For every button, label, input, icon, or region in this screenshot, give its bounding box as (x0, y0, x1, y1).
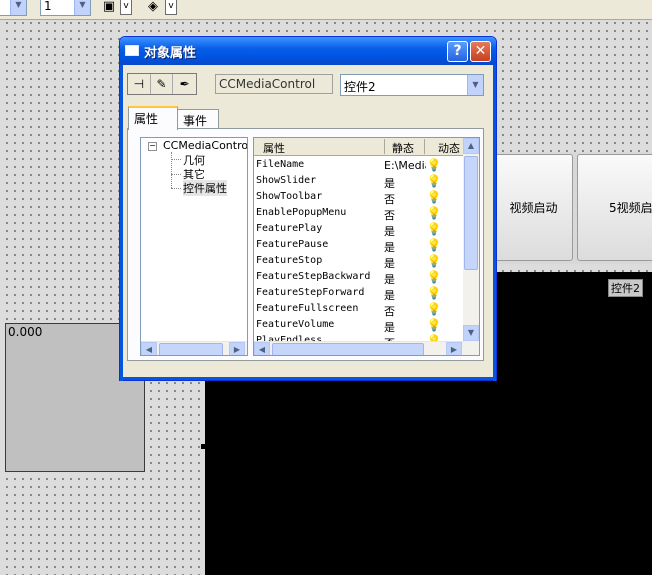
property-row[interactable]: FeaturePause 是 💡 (254, 237, 464, 254)
column-divider (424, 139, 425, 154)
media-control-label: 控件2 (608, 279, 643, 297)
tree-horizontal-scrollbar[interactable]: ◀ ▶ (141, 341, 247, 355)
bulb-icon[interactable]: 💡 (425, 269, 443, 285)
grid-scroll-thumb[interactable] (464, 156, 478, 270)
scroll-up-icon[interactable]: ▲ (463, 138, 479, 154)
col-header-property[interactable]: 属性 (263, 140, 285, 156)
property-name: FeatureStepBackward (256, 271, 371, 282)
property-name: ShowToolbar (256, 191, 323, 202)
fill-dropdown-icon[interactable]: v (165, 0, 177, 15)
property-name: FeaturePause (256, 239, 329, 250)
numeric-display-value: 0.000 (8, 325, 43, 339)
col-header-static[interactable]: 静态 (392, 140, 414, 156)
object-properties-dialog: 对象属性 ? ✕ ⊣ ✎ ✒ CCMediaControl 控件2 ▼ 属性 事… (119, 36, 497, 381)
tree-item-control-properties[interactable]: 控件属性 (183, 180, 227, 196)
property-row[interactable]: FileName E:\Media💡 (254, 157, 464, 173)
object-select-value: 控件2 (344, 80, 376, 94)
video5-start-button-label: 5视频启动 (609, 201, 652, 215)
tree-root-item[interactable]: CCMediaControl (163, 139, 247, 152)
dialog-frame-left (120, 65, 123, 381)
property-row[interactable]: FeatureStop 是 💡 (254, 253, 464, 270)
close-button[interactable]: ✕ (470, 41, 491, 62)
property-name: FeatureStepForward (256, 287, 365, 298)
property-row[interactable]: FeatureFullscreen 否 💡 (254, 301, 464, 318)
property-name: FeatureFullscreen (256, 303, 359, 314)
dialog-frame-right (493, 65, 496, 381)
property-name: FileName (256, 159, 305, 170)
property-row[interactable]: FeatureStepForward 是 💡 (254, 285, 464, 302)
property-row[interactable]: ShowSlider 是 💡 (254, 173, 464, 190)
bulb-icon[interactable]: 💡 (425, 253, 443, 269)
class-name-field: CCMediaControl (215, 74, 333, 94)
line-color-icon[interactable]: ▣ (99, 0, 119, 16)
bulb-icon[interactable]: 💡 (425, 221, 443, 237)
tab-events-label: 事件 (183, 114, 208, 128)
tree-connector (171, 188, 181, 189)
scroll-left-icon[interactable]: ◀ (141, 342, 157, 355)
top-toolbar: ▼ 1 ▼ ▣ v ◈ v (0, 0, 652, 20)
property-name: ShowSlider (256, 175, 317, 186)
resize-handle[interactable] (201, 444, 206, 449)
property-row[interactable]: EnablePopupMenu 否 💡 (254, 205, 464, 222)
grid-hscroll-thumb[interactable] (272, 343, 424, 355)
dialog-tool-buttons: ⊣ ✎ ✒ (127, 73, 197, 95)
collapse-icon[interactable]: − (148, 142, 157, 151)
bulb-icon[interactable]: 💡 (425, 285, 443, 301)
property-name: EnablePopupMenu (256, 207, 347, 218)
scroll-right-icon[interactable]: ▶ (446, 342, 462, 355)
help-button[interactable]: ? (447, 41, 468, 62)
bulb-icon[interactable]: 💡 (425, 301, 443, 317)
tree-scroll-thumb[interactable] (159, 343, 223, 355)
property-grid-header: 属性 静态 动态 (254, 138, 464, 156)
dialog-title: 对象属性 (144, 46, 197, 61)
chevron-down-icon[interactable]: ▼ (74, 0, 90, 15)
property-name: FeatureStop (256, 255, 323, 266)
scroll-right-icon[interactable]: ▶ (229, 342, 245, 355)
bulb-icon[interactable]: 💡 (425, 173, 443, 189)
col-header-dynamic[interactable]: 动态 (438, 140, 460, 156)
tab-properties[interactable]: 属性 (128, 106, 178, 130)
properties-tab-panel: − CCMediaControl 几何 其它 控件属性 ◀ ▶ 属性 静态 动态 (127, 128, 484, 361)
grid-horizontal-scrollbar[interactable]: ◀ ▶ (254, 341, 464, 355)
line-color-dropdown-icon[interactable]: v (120, 0, 132, 15)
toolbar-number-combo[interactable]: 1 ▼ (40, 0, 91, 16)
property-static-value[interactable]: E:\Media (384, 159, 426, 172)
window-icon (125, 45, 139, 56)
fill-bucket-icon[interactable]: ◈ (143, 0, 163, 16)
bulb-icon[interactable]: 💡 (425, 189, 443, 205)
property-row[interactable]: ShowToolbar 否 💡 (254, 189, 464, 206)
tree-connector (171, 174, 181, 175)
chevron-down-icon[interactable]: ▼ (467, 75, 483, 95)
toolbar-number-value: 1 (44, 0, 52, 13)
scroll-left-icon[interactable]: ◀ (254, 342, 270, 355)
bulb-icon[interactable]: 💡 (425, 157, 443, 173)
toolbar-combo-left[interactable]: ▼ (0, 0, 27, 16)
property-row[interactable]: FeatureStepBackward 是 💡 (254, 269, 464, 286)
tree-connector (171, 152, 172, 188)
tab-properties-label: 属性 (134, 112, 159, 126)
dialog-titlebar[interactable]: 对象属性 ? ✕ (120, 37, 496, 65)
tree-connector (171, 159, 181, 160)
property-grid: 属性 静态 动态 FileNameE:\Media💡ShowSlider是💡Sh… (253, 137, 480, 356)
scroll-down-icon[interactable]: ▼ (463, 325, 479, 341)
dialog-frame-bottom (120, 377, 496, 380)
property-category-tree: − CCMediaControl 几何 其它 控件属性 ◀ ▶ (140, 137, 248, 356)
property-row[interactable]: FeatureVolume 是 💡 (254, 317, 464, 334)
bulb-icon[interactable]: 💡 (425, 237, 443, 253)
object-select[interactable]: 控件2 ▼ (340, 74, 484, 96)
pin-icon[interactable]: ⊣ (128, 74, 151, 94)
tab-events[interactable]: 事件 (177, 109, 219, 129)
property-name: FeatureVolume (256, 319, 335, 330)
dropper-alt-icon[interactable]: ✒ (173, 74, 196, 94)
video5-start-button[interactable]: 5视频启动 (577, 154, 652, 261)
dropper-icon[interactable]: ✎ (151, 74, 174, 94)
bulb-icon[interactable]: 💡 (425, 205, 443, 221)
property-name: FeaturePlay (256, 223, 323, 234)
bulb-icon[interactable]: 💡 (425, 317, 443, 333)
column-divider (384, 139, 385, 154)
property-row[interactable]: FeaturePlay 是 💡 (254, 221, 464, 238)
chevron-down-icon[interactable]: ▼ (10, 0, 26, 15)
grid-vertical-scrollbar[interactable]: ▲ ▼ (463, 138, 479, 355)
